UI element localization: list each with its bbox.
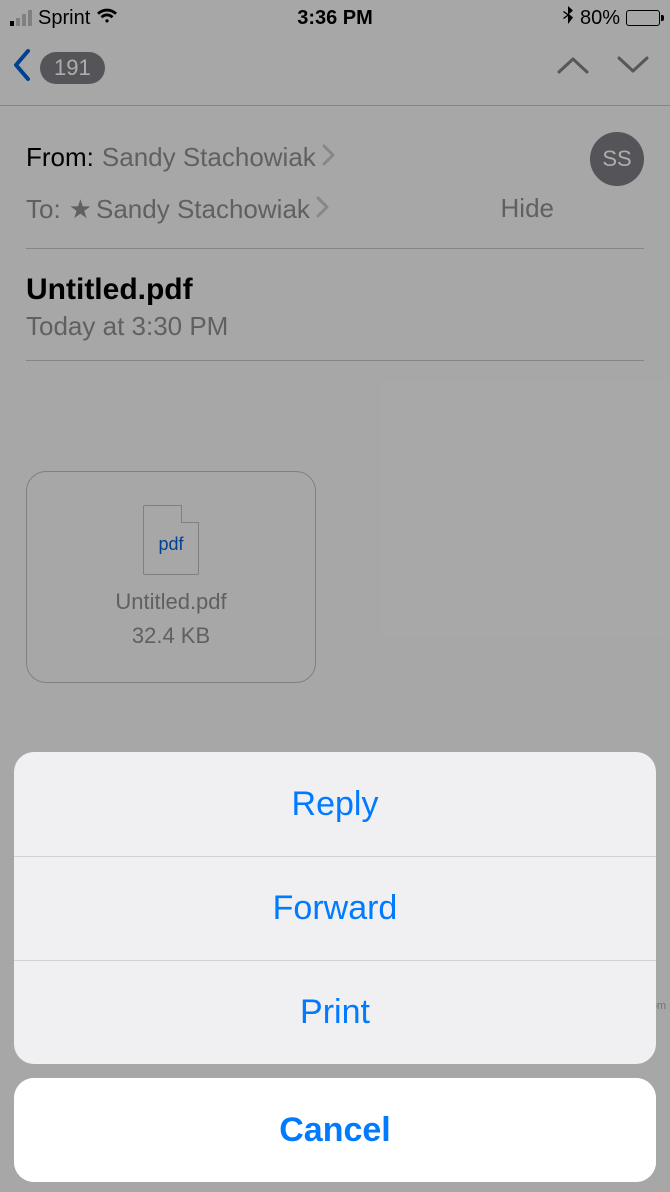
action-sheet-group: Reply Forward Print: [14, 752, 656, 1064]
forward-button[interactable]: Forward: [14, 856, 656, 960]
mail-screen: Sprint 3:36 PM 80% 191: [0, 0, 670, 1192]
cancel-button[interactable]: Cancel: [14, 1078, 656, 1182]
cancel-group: Cancel: [14, 1078, 656, 1182]
action-sheet: Reply Forward Print Cancel: [0, 752, 670, 1182]
print-button[interactable]: Print: [14, 960, 656, 1064]
reply-button[interactable]: Reply: [14, 752, 656, 856]
